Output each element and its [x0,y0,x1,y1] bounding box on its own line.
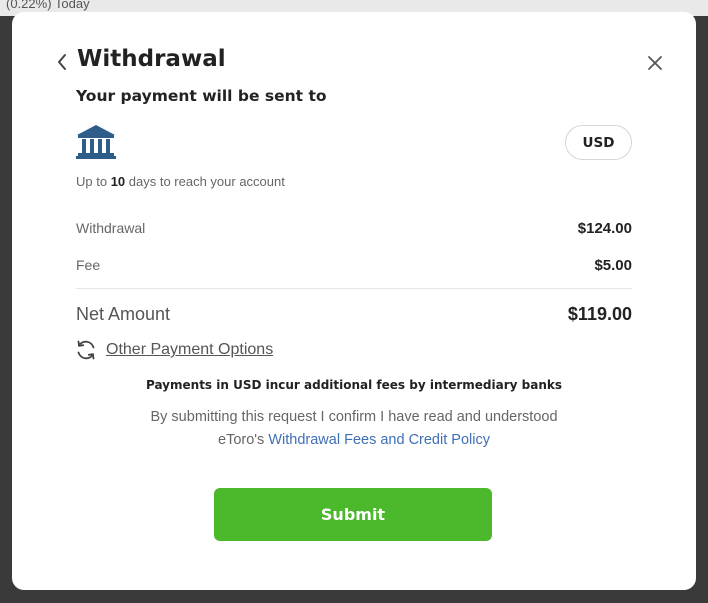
confirmation-line-1: By submitting this request I confirm I h… [150,409,558,425]
confirmation-text: By submitting this request I confirm I h… [12,406,696,452]
other-payment-options-label: Other Payment Options [106,341,274,358]
chevron-left-icon [58,54,66,70]
fee-amount: $5.00 [594,257,632,274]
fee-label: Fee [76,257,101,273]
net-amount-value: $119.00 [567,304,632,324]
withdrawal-amount: $124.00 [577,220,632,237]
payment-destination-heading: Your payment will be sent to [76,87,327,105]
background-ticker-text: (0.22%) Today [6,0,90,11]
fees-policy-link[interactable]: Withdrawal Fees and Credit Policy [268,432,490,448]
net-amount-label: Net Amount [76,304,171,324]
currency-selector[interactable]: USD [565,125,632,160]
intermediary-fees-note: Payments in USD incur additional fees by… [145,378,563,392]
bank-icon [76,125,116,159]
back-button[interactable] [52,52,72,72]
delivery-days: 10 [110,174,126,189]
modal-title: Withdrawal [77,46,226,72]
refresh-icon [77,340,95,360]
other-payment-options-link[interactable]: Other Payment Options [74,338,273,362]
delivery-estimate: Up to 10 days to reach your account [76,174,285,189]
submit-button[interactable]: Submit [214,488,492,541]
summary-divider [76,288,632,289]
confirmation-line-2: eToro's Withdrawal Fees and Credit Polic… [218,432,490,448]
withdrawal-modal: Withdrawal Your payment will be sent to … [12,12,696,590]
withdrawal-label: Withdrawal [76,220,146,236]
close-icon [648,56,662,70]
close-button[interactable] [644,52,666,74]
